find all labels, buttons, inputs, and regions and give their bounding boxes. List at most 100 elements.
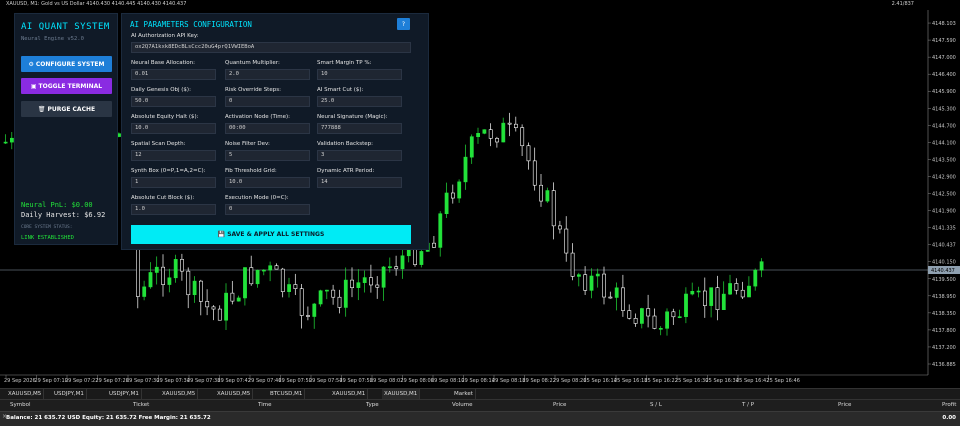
column-header[interactable]: T / P [742, 402, 754, 408]
candle-body [387, 266, 392, 268]
candle-body [728, 283, 733, 295]
configure-system-button[interactable]: ⚙ CONFIGURE SYSTEM [21, 56, 112, 72]
field-input[interactable]: 10 [317, 69, 402, 80]
panel-title: AI QUANT SYSTEM [21, 22, 110, 32]
tab-chart[interactable]: BTCUSD,M1 [268, 389, 306, 399]
field-input[interactable]: 10.0 [131, 123, 216, 134]
candle-body [721, 293, 726, 310]
field-input[interactable]: 50.0 [131, 96, 216, 107]
candle-body [482, 129, 487, 134]
field-input[interactable]: 12 [131, 150, 216, 161]
candle-body [747, 285, 751, 298]
candle-body [287, 284, 292, 292]
api-key-input[interactable]: ox2Q7A1kxk8EDcBLsCcc20uG4prQ1VWIEBoA [131, 42, 411, 53]
candle-body [243, 267, 247, 299]
price-tick-label: 4147.000 [932, 55, 956, 61]
field-input[interactable]: 1 [131, 177, 216, 188]
column-header[interactable]: S / L [650, 402, 662, 408]
daily-harvest: Daily Harvest: $6.92 [21, 211, 106, 219]
column-header[interactable]: Price [553, 402, 566, 408]
field-input[interactable]: 10.0 [225, 177, 310, 188]
field-input[interactable]: 5 [225, 150, 310, 161]
candle-body [293, 284, 298, 289]
candle-body [312, 303, 317, 317]
tab-chart[interactable]: XAUUSD,M5 [6, 389, 45, 399]
tab-chart[interactable]: USDJPY,M1 [107, 389, 142, 399]
tab-market[interactable]: Market [452, 389, 476, 399]
time-tick-label: 29 Sep 08:10 [431, 378, 464, 384]
panel-subtitle: Neural Engine v52.0 [21, 36, 84, 42]
candle-body [690, 290, 695, 295]
price-tick-label: 4140.437 [932, 243, 956, 249]
time-tick-label: 29 Sep 08:14 [462, 378, 495, 384]
candle-body [488, 129, 493, 139]
column-header[interactable]: Price [838, 402, 851, 408]
purge-cache-button[interactable]: 🗑 PURGE CACHE [21, 101, 112, 117]
time-tick-label: 29 Sep 08:06 [401, 378, 434, 384]
field-input[interactable]: 1.0 [131, 204, 216, 215]
candle-body [709, 287, 714, 306]
candle-body [432, 242, 436, 248]
field-input[interactable]: 777888 [317, 123, 402, 134]
tab-chart[interactable]: XAUUSD,M5 [160, 389, 199, 399]
candle-body [224, 292, 229, 321]
candle-body [463, 156, 468, 183]
field-input[interactable]: 0.01 [131, 69, 216, 80]
field-input[interactable]: 0 [225, 96, 310, 107]
api-key-label: AI Authorization API Key: [131, 33, 199, 39]
tab-chart[interactable]: XAUUSD,M1 [382, 389, 421, 399]
candle-body [665, 311, 670, 329]
field-input[interactable]: 00:00 [225, 123, 310, 134]
candle-body [526, 145, 531, 162]
candle-body [236, 297, 241, 302]
time-tick-label: 25 Sep 16:22 [645, 378, 678, 384]
column-header[interactable]: Ticket [133, 402, 149, 408]
time-tick-label: 29 Sep 07:26 [96, 378, 129, 384]
field-label: Noise Filter Dev: [225, 141, 270, 147]
field-input[interactable]: 2.0 [225, 69, 310, 80]
field-label: Execution Mode (0=C): [225, 195, 289, 201]
field-input[interactable]: 3 [317, 150, 402, 161]
candle-body [627, 310, 632, 319]
control-panel: AI QUANT SYSTEM Neural Engine v52.0 ⚙ CO… [14, 13, 118, 245]
tab-chart[interactable]: USDJPY,M1 [52, 389, 87, 399]
toggle-terminal-button[interactable]: ▣ TOGGLE TERMINAL [21, 78, 112, 94]
price-tick-label: 4148.103 [932, 21, 956, 27]
current-price-label: 4140.437 [931, 268, 955, 274]
chart-corner-info: 2.41/837 [891, 1, 914, 7]
time-tick-label: 29 Sep 07:42 [218, 378, 251, 384]
candle-body [173, 259, 178, 279]
field-input[interactable]: 25.0 [317, 96, 402, 107]
time-tick-label: 29 Sep 08:18 [492, 378, 525, 384]
field-label: Absolute Cut Block ($): [131, 195, 195, 201]
help-button[interactable]: ? [397, 18, 410, 30]
candle-body [261, 269, 266, 272]
candle-body [671, 311, 676, 318]
tab-chart[interactable]: XAUUSD,M1 [330, 389, 369, 399]
price-tick-label: 4144.700 [932, 123, 956, 129]
settings-icon: ⚙ [28, 60, 34, 68]
candle-body [589, 275, 594, 291]
candle-body [564, 228, 569, 254]
candle-body [356, 282, 361, 288]
candle-body [450, 192, 455, 199]
candle-body [394, 266, 399, 270]
time-tick-label: 25 Sep 16:30 [675, 378, 708, 384]
tab-chart[interactable]: XAUUSD,M5 [215, 389, 254, 399]
config-panel: AI PARAMETERS CONFIGURATION ? AI Authori… [121, 13, 429, 250]
candle-body [532, 160, 537, 186]
column-header[interactable]: Volume [452, 402, 472, 408]
time-tick-label: 25 Sep 16:14 [584, 378, 617, 384]
column-header[interactable]: Symbol [10, 402, 31, 408]
column-header[interactable]: Time [258, 402, 271, 408]
save-apply-button[interactable]: 💾 SAVE & APPLY ALL SETTINGS [131, 225, 411, 244]
field-input[interactable]: 0 [225, 204, 310, 215]
column-header[interactable]: Type [366, 402, 379, 408]
candle-body [161, 266, 166, 285]
column-header[interactable]: Profit [942, 402, 956, 408]
candle-body [702, 290, 707, 306]
candle-body [255, 269, 260, 285]
neural-pnl: Neural PnL: $0.00 [21, 201, 93, 209]
price-tick-label: 4138.950 [932, 294, 956, 300]
field-input[interactable]: 14 [317, 177, 402, 188]
